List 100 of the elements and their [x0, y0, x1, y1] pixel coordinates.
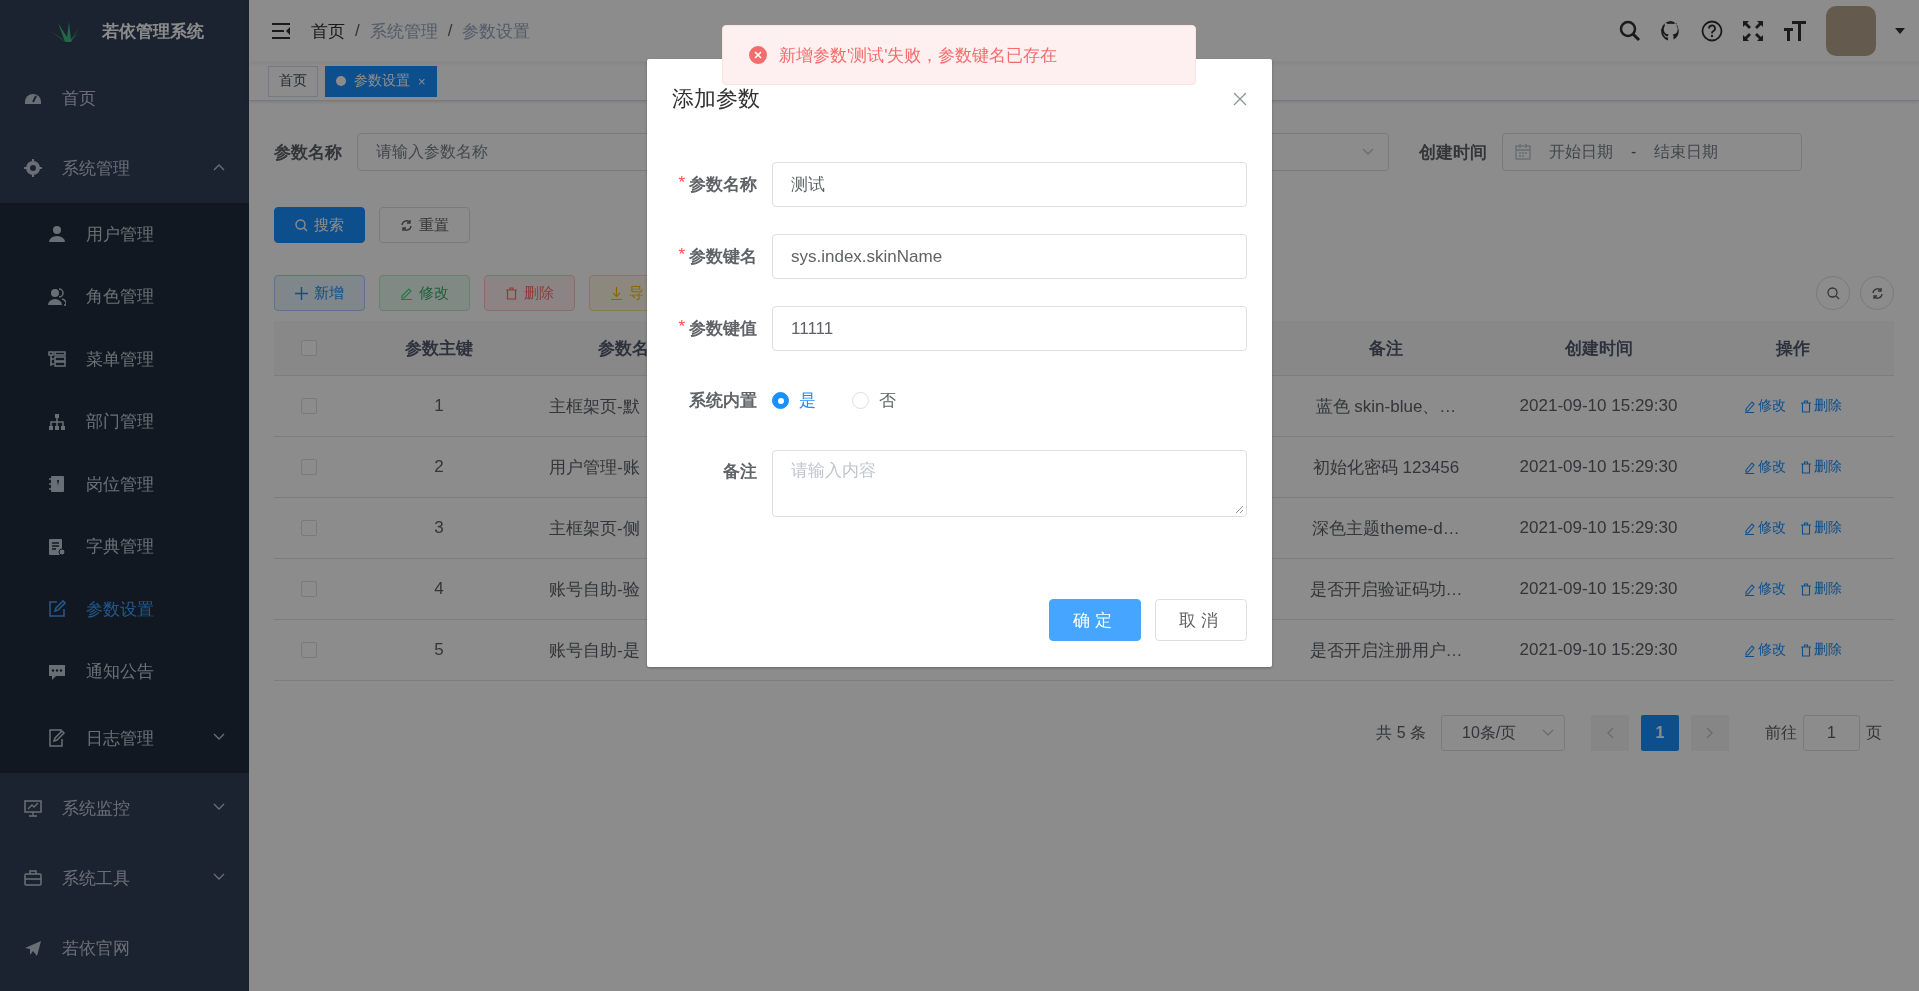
table-cell-text: 是否开启注册用户…: [1308, 639, 1464, 662]
required-mark: *: [678, 245, 685, 266]
column-header: 备注: [1368, 337, 1404, 360]
table-cell-text: 主框架页-默: [548, 395, 641, 418]
trash-icon: [1799, 460, 1812, 474]
chevron-up-icon: [213, 163, 225, 171]
radio-option[interactable]: 是: [772, 389, 816, 412]
tab[interactable]: 首页: [268, 65, 318, 97]
delete-link[interactable]: 删除: [1799, 397, 1842, 415]
sidebar-item[interactable]: 通知公告: [0, 640, 249, 703]
table-cell-text: 账号自助-验: [548, 578, 641, 601]
chevron-down-icon: [213, 873, 225, 881]
download-icon: [610, 286, 623, 300]
edit-link[interactable]: 修改: [1743, 397, 1786, 415]
page-size-select[interactable]: 10条/页: [1441, 715, 1565, 751]
close-icon[interactable]: ×: [418, 73, 426, 89]
search-icon: [295, 218, 308, 232]
field-label: 参数名称: [689, 174, 757, 196]
sidebar-item[interactable]: 角色管理: [0, 265, 249, 328]
delete-link[interactable]: 删除: [1799, 519, 1842, 537]
sidebar-item[interactable]: 岗位管理: [0, 453, 249, 516]
column-header: 参数主键: [404, 337, 474, 360]
search-button[interactable]: 搜索: [274, 207, 365, 243]
table-cell-text: 用户管理-账: [548, 456, 641, 479]
breadcrumb-item[interactable]: 系统管理: [369, 19, 438, 43]
edit-link[interactable]: 修改: [1743, 458, 1786, 476]
delete-link[interactable]: 删除: [1799, 580, 1842, 598]
sidebar-item[interactable]: 系统管理: [0, 133, 249, 203]
trash-icon: [505, 286, 518, 300]
total-count: 共 5 条: [1376, 722, 1426, 743]
tab[interactable]: 参数设置 ×: [325, 65, 437, 97]
table-cell-text: 是否开启验证码功…: [1308, 578, 1464, 601]
edit-link[interactable]: 修改: [1743, 580, 1786, 598]
pencil-icon: [1743, 521, 1756, 535]
sidebar-item[interactable]: 系统监控: [0, 773, 249, 843]
sidebar-item[interactable]: 字典管理: [0, 515, 249, 578]
breadcrumb-item: 参数设置: [462, 20, 531, 43]
edit-link[interactable]: 修改: [1743, 641, 1786, 659]
required-mark: *: [678, 317, 685, 338]
page-button[interactable]: 1: [1641, 715, 1679, 751]
sidebar-item[interactable]: 参数设置: [0, 578, 249, 641]
textarea-field[interactable]: 请输入内容: [772, 450, 1247, 517]
table-cell-text: 2021-09-10 15:29:30: [1518, 640, 1679, 660]
field-label: 备注: [723, 461, 757, 483]
sidebar-item[interactable]: 部门管理: [0, 390, 249, 453]
radio-button[interactable]: [772, 392, 789, 409]
table-cell-text: 2021-09-10 15:29:30: [1518, 518, 1679, 538]
reset-button[interactable]: 重置: [379, 207, 470, 243]
date-range-field[interactable]: 开始日期 - 结束日期: [1502, 133, 1802, 171]
menu-icon[interactable]: [271, 22, 291, 40]
avatar-photo-placeholder[interactable]: [1826, 6, 1876, 56]
sidebar-item[interactable]: 日志管理: [0, 703, 249, 773]
pencil-icon: [1743, 582, 1756, 596]
tab-label: 参数设置: [354, 72, 410, 90]
org-chart-icon: [48, 412, 66, 431]
pencil-icon: [400, 286, 413, 300]
fullscreen-icon[interactable]: [1742, 20, 1764, 42]
close-icon[interactable]: [1233, 92, 1247, 106]
input-field[interactable]: 测试: [772, 162, 1247, 207]
table-cell-text: 3: [433, 518, 445, 538]
chevron-down-icon: [213, 803, 225, 811]
radio-option[interactable]: 否: [852, 389, 896, 412]
sidebar-item[interactable]: 系统工具: [0, 843, 249, 913]
sidebar-item[interactable]: 首页: [0, 63, 249, 133]
input-field[interactable]: 11111: [772, 306, 1247, 351]
search-icon[interactable]: [1619, 20, 1641, 42]
badge-icon: [48, 475, 66, 494]
search-icon: [1826, 286, 1840, 300]
add-button[interactable]: 新增: [274, 275, 365, 311]
edit-link[interactable]: 修改: [1743, 519, 1786, 537]
delete-link[interactable]: 删除: [1799, 458, 1842, 476]
sidebar-item[interactable]: 用户管理: [0, 203, 249, 266]
table-cell-text: 1: [433, 396, 445, 416]
message-text: 新增参数'测试'失败，参数键名已存在: [779, 44, 1058, 67]
sidebar-item[interactable]: 菜单管理: [0, 328, 249, 391]
dot-icon: [336, 76, 346, 86]
plus-icon: [295, 286, 308, 300]
table-cell-text: 2021-09-10 15:29:30: [1518, 457, 1679, 477]
briefcase-icon: [24, 869, 42, 887]
help-icon[interactable]: [1701, 20, 1723, 42]
paper-plane-icon: [24, 939, 42, 957]
chevron-right-icon: [1706, 727, 1714, 739]
tab-label: 首页: [279, 72, 307, 90]
users-icon: [48, 287, 66, 306]
field-label: 参数键值: [689, 318, 757, 340]
column-header: 参数名: [597, 337, 650, 360]
cancel-button[interactable]: 取消: [1155, 599, 1247, 641]
confirm-button[interactable]: 确定: [1049, 599, 1141, 641]
breadcrumb-item[interactable]: 首页: [311, 19, 345, 43]
table-cell-text: 2021-09-10 15:29:30: [1518, 396, 1679, 416]
caret-icon[interactable]: [1895, 28, 1905, 34]
input-field[interactable]: sys.index.skinName: [772, 234, 1247, 279]
sidebar-item[interactable]: 若依官网: [0, 913, 249, 983]
delete-link[interactable]: 删除: [1799, 641, 1842, 659]
list-icon: [48, 350, 66, 369]
column-header: 创建时间: [1563, 337, 1634, 360]
text-size-icon[interactable]: [1783, 20, 1807, 42]
field-label: 系统内置: [689, 390, 757, 412]
field-label: 参数键名: [689, 246, 757, 268]
page-input[interactable]: 1: [1803, 715, 1860, 751]
